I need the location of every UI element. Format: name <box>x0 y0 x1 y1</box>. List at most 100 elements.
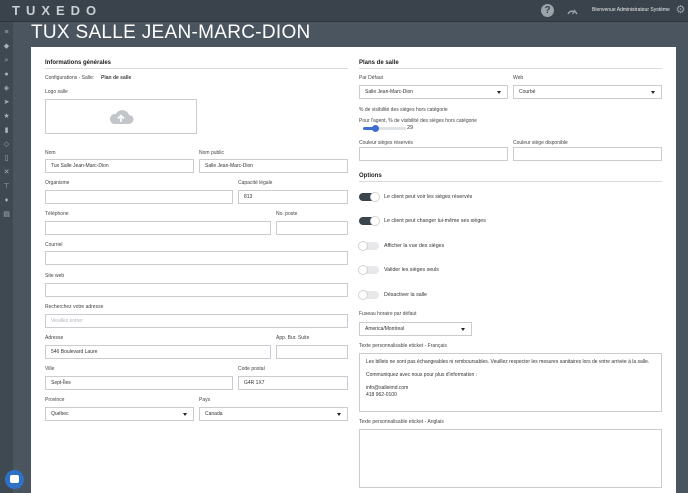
welcome-text[interactable]: Bienvenue Administrateur Système <box>592 7 670 13</box>
users-icon[interactable]: ● <box>2 70 11 79</box>
gear-icon[interactable]: ⚙ <box>674 4 687 17</box>
main-panel: Informations générales Configurations - … <box>31 47 676 493</box>
couleur-dispo-input[interactable] <box>513 147 662 161</box>
send-icon[interactable]: ➤ <box>2 98 11 107</box>
options-section-title: Options <box>359 173 382 179</box>
web-select[interactable]: Courbé <box>513 85 662 99</box>
couleur-reserves-input[interactable] <box>359 147 508 161</box>
agent-visibility-slider[interactable]: 29 <box>359 47 419 137</box>
courriel-input[interactable] <box>45 251 348 265</box>
recherche-label: Recherchez votre adresse <box>45 304 104 310</box>
capacite-input[interactable]: 813 <box>238 190 348 204</box>
tag-icon[interactable]: ◆ <box>2 42 11 51</box>
postal-label: Code postal <box>238 366 265 372</box>
menu-icon[interactable]: ≡ <box>2 28 11 37</box>
site-label: Site web <box>45 273 65 279</box>
chevron-down-icon <box>497 91 501 94</box>
ticket-alt-icon[interactable]: ◇ <box>2 140 11 149</box>
province-label: Province <box>45 397 65 403</box>
fuseau-value: America/Montreal <box>365 326 405 332</box>
option-toggle[interactable] <box>358 290 379 300</box>
option-label: Le client peut voir les sièges réservés <box>384 194 473 200</box>
hammer-icon[interactable]: ⊤ <box>2 182 11 191</box>
adresse-input[interactable]: 546 Boulevard Laure <box>45 345 271 359</box>
capacite-label: Capacité légale <box>238 180 273 186</box>
general-section-title: Informations générales <box>45 60 112 66</box>
chevron-down-icon <box>651 91 655 94</box>
breadcrumb-prefix: Configurations - Salle: <box>45 75 95 81</box>
eticket-fr-textarea[interactable]: Les billets ne sont pas échangeables ni … <box>359 353 662 412</box>
eticket-fr-line: 418 962-0100 <box>366 391 397 398</box>
eticket-en-textarea[interactable] <box>359 429 662 488</box>
province-value: Québec <box>51 411 69 417</box>
tools-icon[interactable]: ✕ <box>2 168 11 177</box>
toggle-knob <box>370 216 380 226</box>
mobile-icon[interactable]: ▯ <box>2 154 11 163</box>
postal-input[interactable]: G4R 1X7 <box>238 376 348 390</box>
top-bar: TUXEDO ? Bienvenue Administrateur Systèm… <box>0 0 688 22</box>
telephone-label: Téléphone <box>45 211 69 217</box>
fuseau-label: Fuseau horaire par défaut <box>359 311 417 317</box>
star-icon[interactable]: ★ <box>2 112 11 121</box>
web-label: Web <box>513 75 524 81</box>
eticket-fr-line: Communiquez avec nous pour plus d'inform… <box>366 372 478 378</box>
fuseau-select[interactable]: America/Montreal <box>359 322 472 336</box>
divider <box>45 68 348 69</box>
slider-track[interactable] <box>363 125 406 132</box>
chevron-down-icon <box>461 328 465 331</box>
search-icon[interactable]: ⌕ <box>2 56 11 65</box>
province-select[interactable]: Québec <box>45 407 194 421</box>
option-label: Afficher la vue des sièges <box>384 243 445 249</box>
logo-label: Logo salle <box>45 89 68 95</box>
nom-label: Nom <box>45 150 56 156</box>
nom-public-label: Nom public <box>199 150 225 156</box>
nom-input[interactable]: Tux Salle Jean-Marc-Dion <box>45 159 194 173</box>
option-toggle[interactable] <box>358 241 379 251</box>
ville-input[interactable]: Sept-Îles <box>45 376 233 390</box>
pays-select[interactable]: Canada <box>199 407 348 421</box>
telephone-input[interactable] <box>45 221 271 235</box>
poste-label: No. poste <box>276 211 298 217</box>
slider-handle[interactable] <box>371 125 379 132</box>
toggle-knob <box>358 290 368 300</box>
ticket-icon[interactable]: ◈ <box>2 84 11 93</box>
page-title: TUX SALLE JEAN-MARC-DION <box>31 22 311 43</box>
couleur-dispo-label: Couleur siège disponible <box>513 140 568 146</box>
eticket-fr-line: Les billets ne sont pas échangeables ni … <box>366 359 650 365</box>
option-toggle[interactable] <box>359 192 380 202</box>
poste-input[interactable] <box>276 221 348 235</box>
toggle-knob <box>370 192 380 202</box>
pays-value: Canada <box>205 411 223 417</box>
nom-public-input[interactable]: Salle Jean-Marc-Dion <box>199 159 348 173</box>
chevron-down-icon <box>337 413 341 416</box>
breadcrumb-current: Plan de salle <box>101 75 132 81</box>
chat-button[interactable] <box>5 470 24 489</box>
logo-upload[interactable] <box>45 99 197 134</box>
store-icon[interactable]: ▤ <box>2 210 11 219</box>
slider-value: 29 <box>407 125 414 131</box>
sidebar: ≡ ◆ ⌕ ● ◈ ➤ ★ ▮ ◇ ▯ ✕ ⊤ ♦ ▤ <box>0 22 13 493</box>
chart-icon[interactable]: ▮ <box>2 126 11 135</box>
map-pin-icon[interactable]: ♦ <box>2 196 11 205</box>
gauge-icon[interactable] <box>566 4 579 17</box>
cloud-upload-icon <box>108 109 134 125</box>
logo: TUXEDO <box>12 3 103 18</box>
couleur-reserves-label: Couleur sièges réservés <box>359 140 413 146</box>
organisme-input[interactable] <box>45 190 233 204</box>
option-label: Le client peut changer lui-même ses sièg… <box>384 218 486 224</box>
option-toggle[interactable] <box>358 265 379 275</box>
chat-icon <box>10 475 19 483</box>
app-input[interactable] <box>276 345 348 359</box>
help-icon[interactable]: ? <box>541 4 554 17</box>
address-search-input[interactable]: Veuillez entrer <box>45 314 348 328</box>
pays-label: Pays <box>199 397 211 403</box>
site-input[interactable] <box>45 283 348 297</box>
ville-label: Ville <box>45 366 55 372</box>
fr-label: Texte personnalisable eticket - Français <box>359 343 447 349</box>
option-label: Désactiver la salle <box>384 292 427 298</box>
toggle-knob <box>358 265 368 275</box>
en-label: Texte personnalisable eticket - Anglais <box>359 419 444 425</box>
option-toggle[interactable] <box>359 216 380 226</box>
organisme-label: Organisme <box>45 180 70 186</box>
adresse-label: Adresse <box>45 335 64 341</box>
